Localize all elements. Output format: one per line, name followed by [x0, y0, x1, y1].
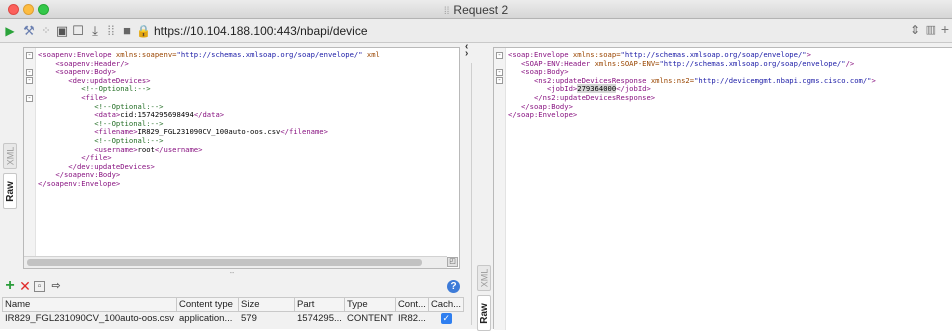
- response-xml-code[interactable]: <soap:Envelope xmlns:soap="http://schema…: [508, 50, 876, 120]
- fold-toggle-icon[interactable]: -: [26, 77, 33, 85]
- wand-icon[interactable]: ⚒: [22, 23, 36, 39]
- divider-grip-icon[interactable]: ⠒: [229, 269, 235, 278]
- cell-part[interactable]: 1574295...: [295, 312, 345, 326]
- fold-toggle-icon[interactable]: -: [496, 51, 503, 59]
- new-window-icon[interactable]: ☐: [71, 23, 85, 39]
- request-toolbar: ▶ ⚒ ⁘ ▣ ☐ ⤓ ⁞⁞ ■ 🔒 https://10.104.188.10…: [0, 19, 952, 43]
- export-attachment-icon[interactable]: ⇨: [49, 279, 63, 293]
- expand-corner-icon[interactable]: ◰: [447, 257, 458, 267]
- grid-icon[interactable]: ⁞⁞: [104, 23, 118, 39]
- pane-splitter[interactable]: [471, 63, 472, 325]
- column-header-name[interactable]: Name: [1, 297, 178, 312]
- request-horizontal-scrollbar[interactable]: [24, 256, 447, 268]
- cell-cont: IR82...: [397, 313, 426, 325]
- cached-checkbox[interactable]: ✓: [440, 313, 452, 325]
- table-row[interactable]: IR829_FGL231090CV_100auto-oos.csv applic…: [3, 312, 464, 326]
- column-header-part[interactable]: Part: [294, 297, 346, 312]
- cell-size: 579: [241, 313, 257, 325]
- cell-content-type: application...: [179, 313, 233, 325]
- tab-response-xml[interactable]: XML: [477, 265, 491, 291]
- panel-icon[interactable]: ■: [120, 23, 134, 39]
- request-xml-code[interactable]: <soapenv:Envelope xmlns:soapenv="http://…: [38, 50, 380, 189]
- cell-name: IR829_FGL231090CV_100auto-oos.csv: [5, 313, 175, 325]
- column-header-cached[interactable]: Cach...: [427, 297, 465, 312]
- splitter-grip-icon[interactable]: ‹ ›: [465, 42, 468, 59]
- column-header-size[interactable]: Size: [238, 297, 296, 312]
- attachments-divider[interactable]: ⠒: [0, 269, 464, 279]
- column-header-cont[interactable]: Cont...: [394, 297, 429, 312]
- tab-response-raw[interactable]: Raw: [477, 295, 491, 331]
- stop-icon[interactable]: ⁘: [39, 23, 53, 39]
- cell-cached: ✓: [428, 312, 463, 326]
- layout-icon[interactable]: ▥: [926, 23, 936, 36]
- scrollbar-thumb[interactable]: [27, 259, 422, 266]
- play-icon[interactable]: ▶: [4, 23, 16, 39]
- column-header-type[interactable]: Type: [344, 297, 396, 312]
- add-attachment-icon[interactable]: +: [3, 278, 17, 294]
- stepper-icon[interactable]: ⇕: [910, 23, 920, 37]
- request-view-tabs: XML Raw: [3, 143, 17, 213]
- lock-icon: 🔒: [136, 24, 151, 38]
- attachments-table: Name Content type Size Part Type Cont...…: [1, 297, 465, 326]
- fold-toggle-icon[interactable]: -: [496, 77, 503, 85]
- fold-toggle-icon[interactable]: -: [496, 68, 503, 76]
- fold-toggle-icon[interactable]: -: [26, 94, 33, 102]
- response-fold-gutter: ---: [494, 48, 506, 330]
- window-title: ⁞⁞ Request 2: [0, 3, 952, 17]
- fold-toggle-icon[interactable]: -: [26, 51, 33, 59]
- request-workspace: XML Raw ---- <soapenv:Envelope xmlns:soa…: [0, 42, 952, 331]
- window-title-text: Request 2: [453, 3, 509, 17]
- code-line: </soapenv:Envelope>: [38, 178, 121, 188]
- format-icon[interactable]: ▣: [55, 23, 69, 39]
- request-editor[interactable]: ---- <soapenv:Envelope xmlns:soapenv="ht…: [23, 47, 460, 269]
- response-view-tabs: XML Raw: [477, 265, 491, 335]
- soapui-icon: ⁞⁞: [443, 6, 450, 17]
- window-title-bar: ⁞⁞ Request 2: [0, 0, 952, 19]
- cell-type: CONTENT: [347, 313, 393, 325]
- column-header-content-type[interactable]: Content type: [176, 297, 240, 312]
- request-fold-gutter: ----: [24, 48, 36, 256]
- download-icon[interactable]: ⤓: [88, 23, 102, 39]
- response-editor[interactable]: --- <soap:Envelope xmlns:soap="http://sc…: [493, 47, 952, 330]
- plus-icon[interactable]: +: [941, 21, 949, 37]
- tab-request-xml[interactable]: XML: [3, 143, 17, 169]
- endpoint-url[interactable]: https://10.104.188.100:443/nbapi/device: [154, 24, 368, 38]
- help-icon[interactable]: ?: [447, 280, 460, 293]
- code-line: </soap:Envelope>: [508, 110, 578, 120]
- remove-attachment-icon[interactable]: ✕: [18, 279, 32, 293]
- reload-attachment-icon[interactable]: ▫: [34, 281, 45, 292]
- attachments-header-row: Name Content type Size Part Type Cont...…: [1, 297, 465, 312]
- fold-toggle-icon[interactable]: -: [26, 68, 33, 76]
- tab-request-raw[interactable]: Raw: [3, 173, 17, 209]
